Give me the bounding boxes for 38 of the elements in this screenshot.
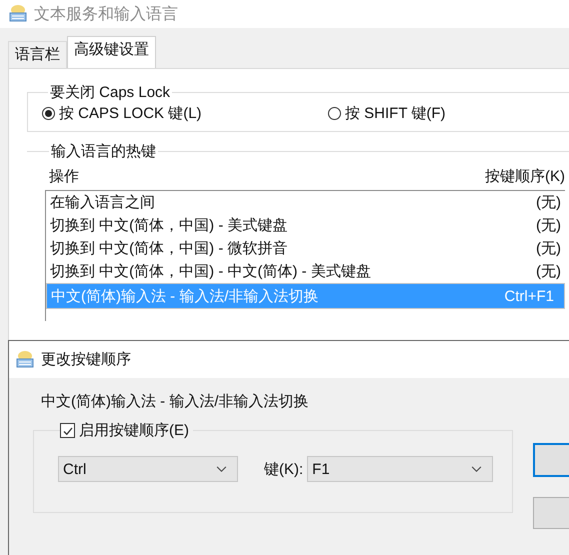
chevron-down-icon — [471, 466, 482, 472]
enable-checkbox[interactable]: 启用按键顺序(E) — [60, 421, 189, 440]
action-text: 切换到 中文(简体，中国) - 美式键盘 — [50, 216, 288, 235]
radio-button[interactable] — [42, 107, 55, 120]
checkbox[interactable] — [60, 423, 75, 438]
key-sequence: (无) — [536, 262, 561, 281]
hotkey-list[interactable]: 在输入语言之间 (无) 切换到 中文(简体，中国) - 美式键盘 (无) 切换到 中文(简体，中国) - 微软拼音 (无) 切换到 中文(简体，中国) - 中文(简体) - 美式键盘 (无) 中文(简体)输入法 - 输入法/非输入法切换 Ctrl+F1 — [45, 190, 565, 321]
action-text: 中文(简体)输入法 - 输入法/非输入法切换 — [51, 286, 318, 306]
key-label: 键(K): — [264, 460, 304, 478]
list-row[interactable]: 切换到 中文(简体，中国) - 美式键盘 (无) — [46, 214, 565, 237]
tab[interactable]: 语言栏 — [8, 41, 67, 68]
column-header: 按键顺序(K) — [485, 167, 565, 186]
keyboard-icon — [8, 4, 28, 24]
key-sequence: (无) — [536, 216, 561, 235]
group-title: 要关闭 Caps Lock — [49, 83, 172, 102]
key-dropdown[interactable]: F1 — [307, 456, 494, 482]
key-sequence: (无) — [536, 239, 561, 258]
list-row[interactable]: 切换到 中文(简体，中国) - 中文(简体) - 美式键盘 (无) — [46, 260, 565, 283]
action-text: 切换到 中文(简体，中国) - 微软拼音 — [50, 239, 288, 258]
column-header: 操作 — [49, 167, 79, 186]
list-row[interactable]: 切换到 中文(简体，中国) - 微软拼音 (无) — [46, 237, 565, 260]
key-sequence: (无) — [536, 193, 561, 212]
key-sequence: Ctrl+F1 — [504, 288, 554, 304]
dialog-title: 更改按键顺序 — [41, 350, 131, 369]
tab[interactable]: 高级键设置 — [67, 36, 156, 68]
group-title: 输入语言的热键 — [50, 142, 157, 161]
action-text: 切换到 中文(简体，中国) - 中文(简体) - 美式键盘 — [50, 262, 371, 281]
description-text: 中文(简体)输入法 - 输入法/非输入法切换 — [41, 392, 310, 411]
window-title: 文本服务和输入语言 — [34, 4, 178, 24]
action-text: 在输入语言之间 — [50, 193, 155, 212]
modifier-dropdown[interactable]: Ctrl — [58, 456, 238, 482]
list-row[interactable]: 在输入语言之间 (无) — [46, 191, 565, 214]
dialog-button[interactable] — [533, 443, 569, 477]
radio-option[interactable]: 按 CAPS LOCK 键(L) — [42, 104, 328, 123]
keyboard-icon — [15, 350, 35, 370]
radio-button[interactable] — [328, 107, 341, 120]
radio-option[interactable]: 按 SHIFT 键(F) — [328, 104, 569, 123]
chevron-down-icon — [216, 466, 227, 472]
